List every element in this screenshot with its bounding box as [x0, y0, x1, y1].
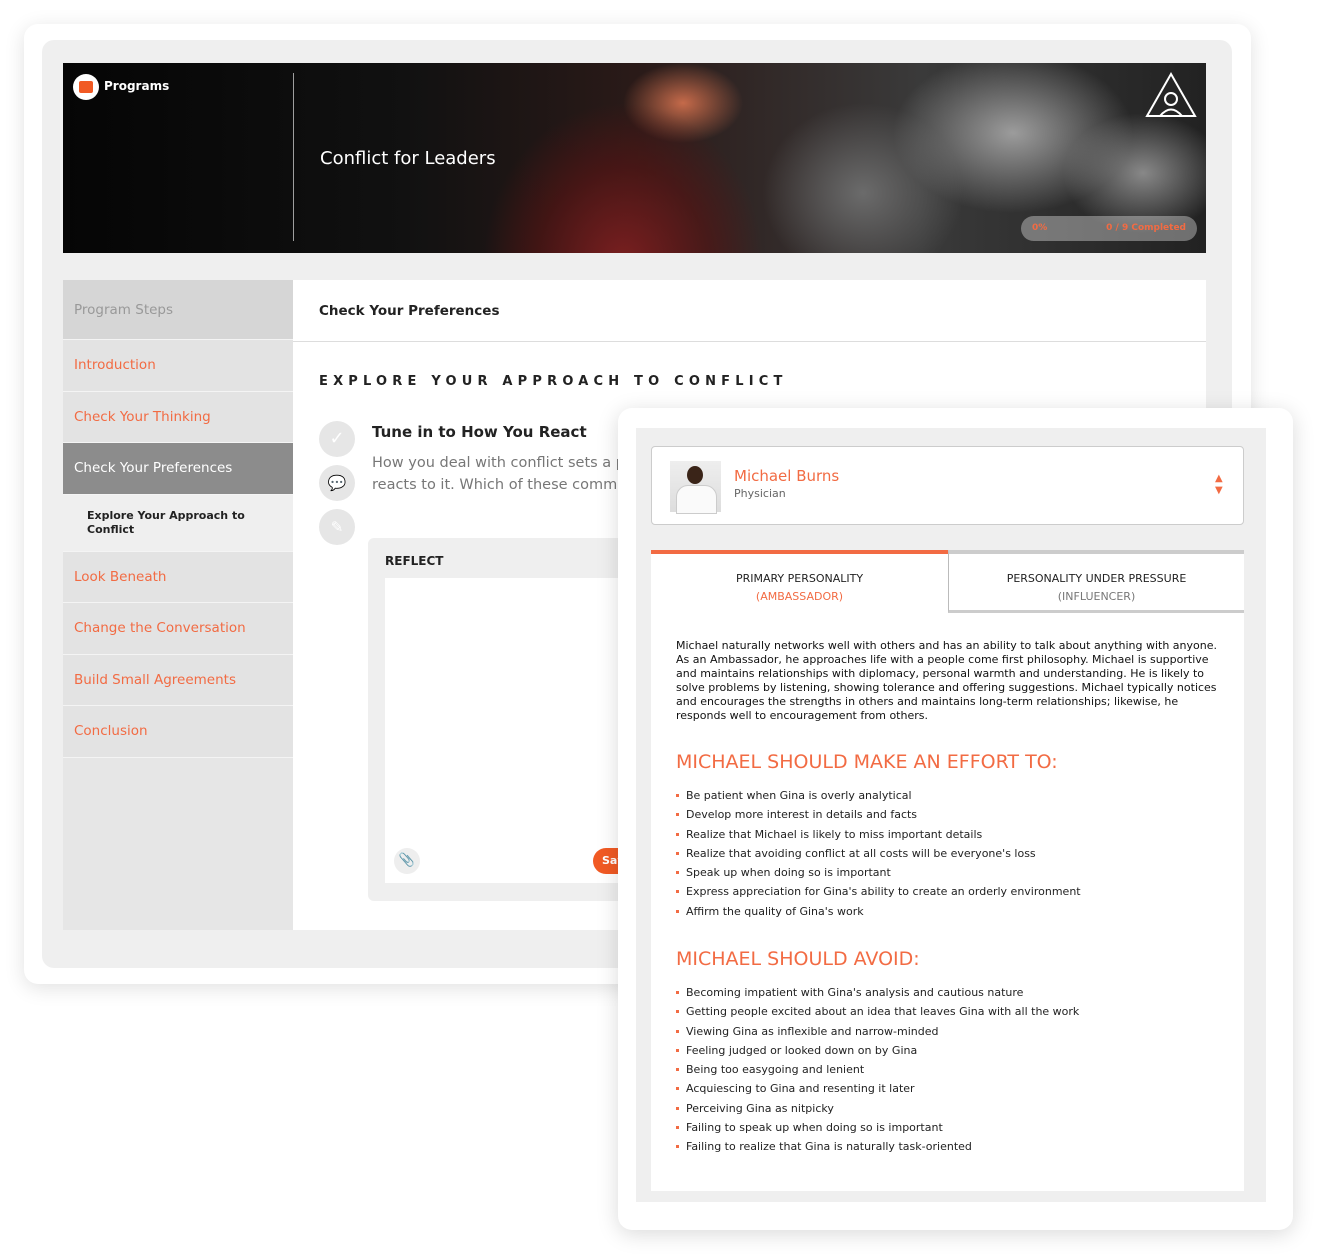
person-name: Michael Burns	[734, 467, 840, 485]
tab-personality-under-pressure[interactable]: PERSONALITY UNDER PRESSURE (INFLUENCER)	[948, 550, 1244, 613]
reflect-label: REFLECT	[385, 554, 444, 568]
sidebar-item-conclusion[interactable]: Conclusion	[63, 706, 293, 758]
avoid-heading: MICHAEL SHOULD AVOID:	[676, 948, 920, 970]
sidebar-item-build-agreements[interactable]: Build Small Agreements	[63, 654, 293, 706]
book-logo-icon[interactable]	[73, 74, 99, 100]
sidebar-item-change-conversation[interactable]: Change the Conversation	[63, 603, 293, 655]
list-item: Perceiving Gina as nitpicky	[676, 1102, 1079, 1121]
personality-tabs: PRIMARY PERSONALITY (AMBASSADOR) PERSONA…	[651, 550, 1244, 613]
personality-card: Michael Burns Physician ▲ ▼ PRIMARY PERSO…	[618, 408, 1293, 1230]
program-title: Conflict for Leaders	[320, 148, 496, 169]
desc-line: How you deal with conflict sets a p	[372, 455, 625, 471]
program-banner: Programs Conflict for Leaders 0% 0 / 9 C…	[63, 63, 1206, 253]
sidebar-subitem-explore[interactable]: Explore Your Approach to Conflict	[63, 494, 293, 552]
desc-line: reacts to it. Which of these commo	[372, 477, 627, 493]
sidebar-item-check-your-preferences[interactable]: Check Your Preferences	[63, 443, 293, 495]
step-description: How you deal with conflict sets a p reac…	[372, 452, 632, 496]
list-item: Getting people excited about an idea tha…	[676, 1005, 1079, 1024]
list-item: Speak up when doing so is important	[676, 866, 1081, 885]
tab-label: PRIMARY PERSONALITY	[735, 572, 864, 585]
list-item: Realize that avoiding conflict at all co…	[676, 847, 1081, 866]
card-inner: Michael Burns Physician ▲ ▼ PRIMARY PERSO…	[636, 428, 1266, 1202]
list-item: Be patient when Gina is overly analytica…	[676, 789, 1081, 808]
person-selector[interactable]: Michael Burns Physician ▲ ▼	[651, 446, 1244, 525]
tab-label: PERSONALITY UNDER PRESSURE	[1006, 572, 1187, 585]
progress-percent: 0%	[1032, 223, 1048, 233]
list-item: Affirm the quality of Gina's work	[676, 905, 1081, 924]
list-item: Failing to realize that Gina is naturall…	[676, 1140, 1079, 1159]
divider	[293, 73, 294, 241]
sidebar-item-look-beneath[interactable]: Look Beneath	[63, 551, 293, 603]
programs-link[interactable]: Programs	[104, 79, 169, 93]
attach-icon[interactable]: 📎	[394, 848, 420, 874]
reflect-input[interactable]	[385, 578, 628, 883]
effort-heading: MICHAEL SHOULD MAKE AN EFFORT TO:	[676, 751, 1058, 773]
step-title: Tune in to How You React	[372, 423, 587, 441]
profile-icon[interactable]	[1145, 71, 1197, 119]
divider	[293, 341, 1206, 342]
progress-count: 0 / 9 Completed	[1106, 223, 1186, 233]
list-item: Acquiescing to Gina and resenting it lat…	[676, 1082, 1079, 1101]
reflect-panel: REFLECT 📎 Save	[368, 538, 633, 901]
chat-icon[interactable]: 💬	[319, 465, 355, 501]
section-title: EXPLORE YOUR APPROACH TO CONFLICT	[319, 374, 788, 389]
tab-primary-personality[interactable]: PRIMARY PERSONALITY (AMBASSADOR)	[651, 550, 948, 613]
edit-icon[interactable]: ✎	[319, 509, 355, 545]
tab-content: Michael naturally networks well with oth…	[651, 613, 1244, 1191]
list-item: Develop more interest in details and fac…	[676, 808, 1081, 827]
tab-sublabel: (AMBASSADOR)	[755, 590, 844, 603]
sidebar-item-introduction[interactable]: Introduction	[63, 340, 293, 392]
sidebar-heading: Program Steps	[63, 280, 293, 340]
sidebar: Program Steps Introduction Check Your Th…	[63, 280, 293, 930]
person-role: Physician	[734, 487, 786, 500]
breadcrumb: Check Your Preferences	[319, 303, 500, 319]
list-item: Feeling judged or looked down on by Gina	[676, 1044, 1079, 1063]
sort-arrows-icon[interactable]: ▲ ▼	[1215, 473, 1223, 497]
sidebar-item-check-your-thinking[interactable]: Check Your Thinking	[63, 391, 293, 443]
effort-list: Be patient when Gina is overly analytica…	[676, 789, 1081, 924]
list-item: Becoming impatient with Gina's analysis …	[676, 986, 1079, 1005]
list-item: Being too easygoing and lenient	[676, 1063, 1079, 1082]
list-item: Realize that Michael is likely to miss i…	[676, 828, 1081, 847]
avatar	[670, 461, 721, 514]
check-icon[interactable]: ✓	[319, 421, 355, 457]
tab-sublabel: (INFLUENCER)	[1057, 590, 1136, 603]
list-item: Viewing Gina as inflexible and narrow-mi…	[676, 1025, 1079, 1044]
list-item: Failing to speak up when doing so is imp…	[676, 1121, 1079, 1140]
list-item: Express appreciation for Gina's ability …	[676, 885, 1081, 904]
progress-bar: 0% 0 / 9 Completed	[1021, 216, 1197, 241]
personality-summary: Michael naturally networks well with oth…	[676, 639, 1217, 722]
avoid-list: Becoming impatient with Gina's analysis …	[676, 986, 1079, 1160]
